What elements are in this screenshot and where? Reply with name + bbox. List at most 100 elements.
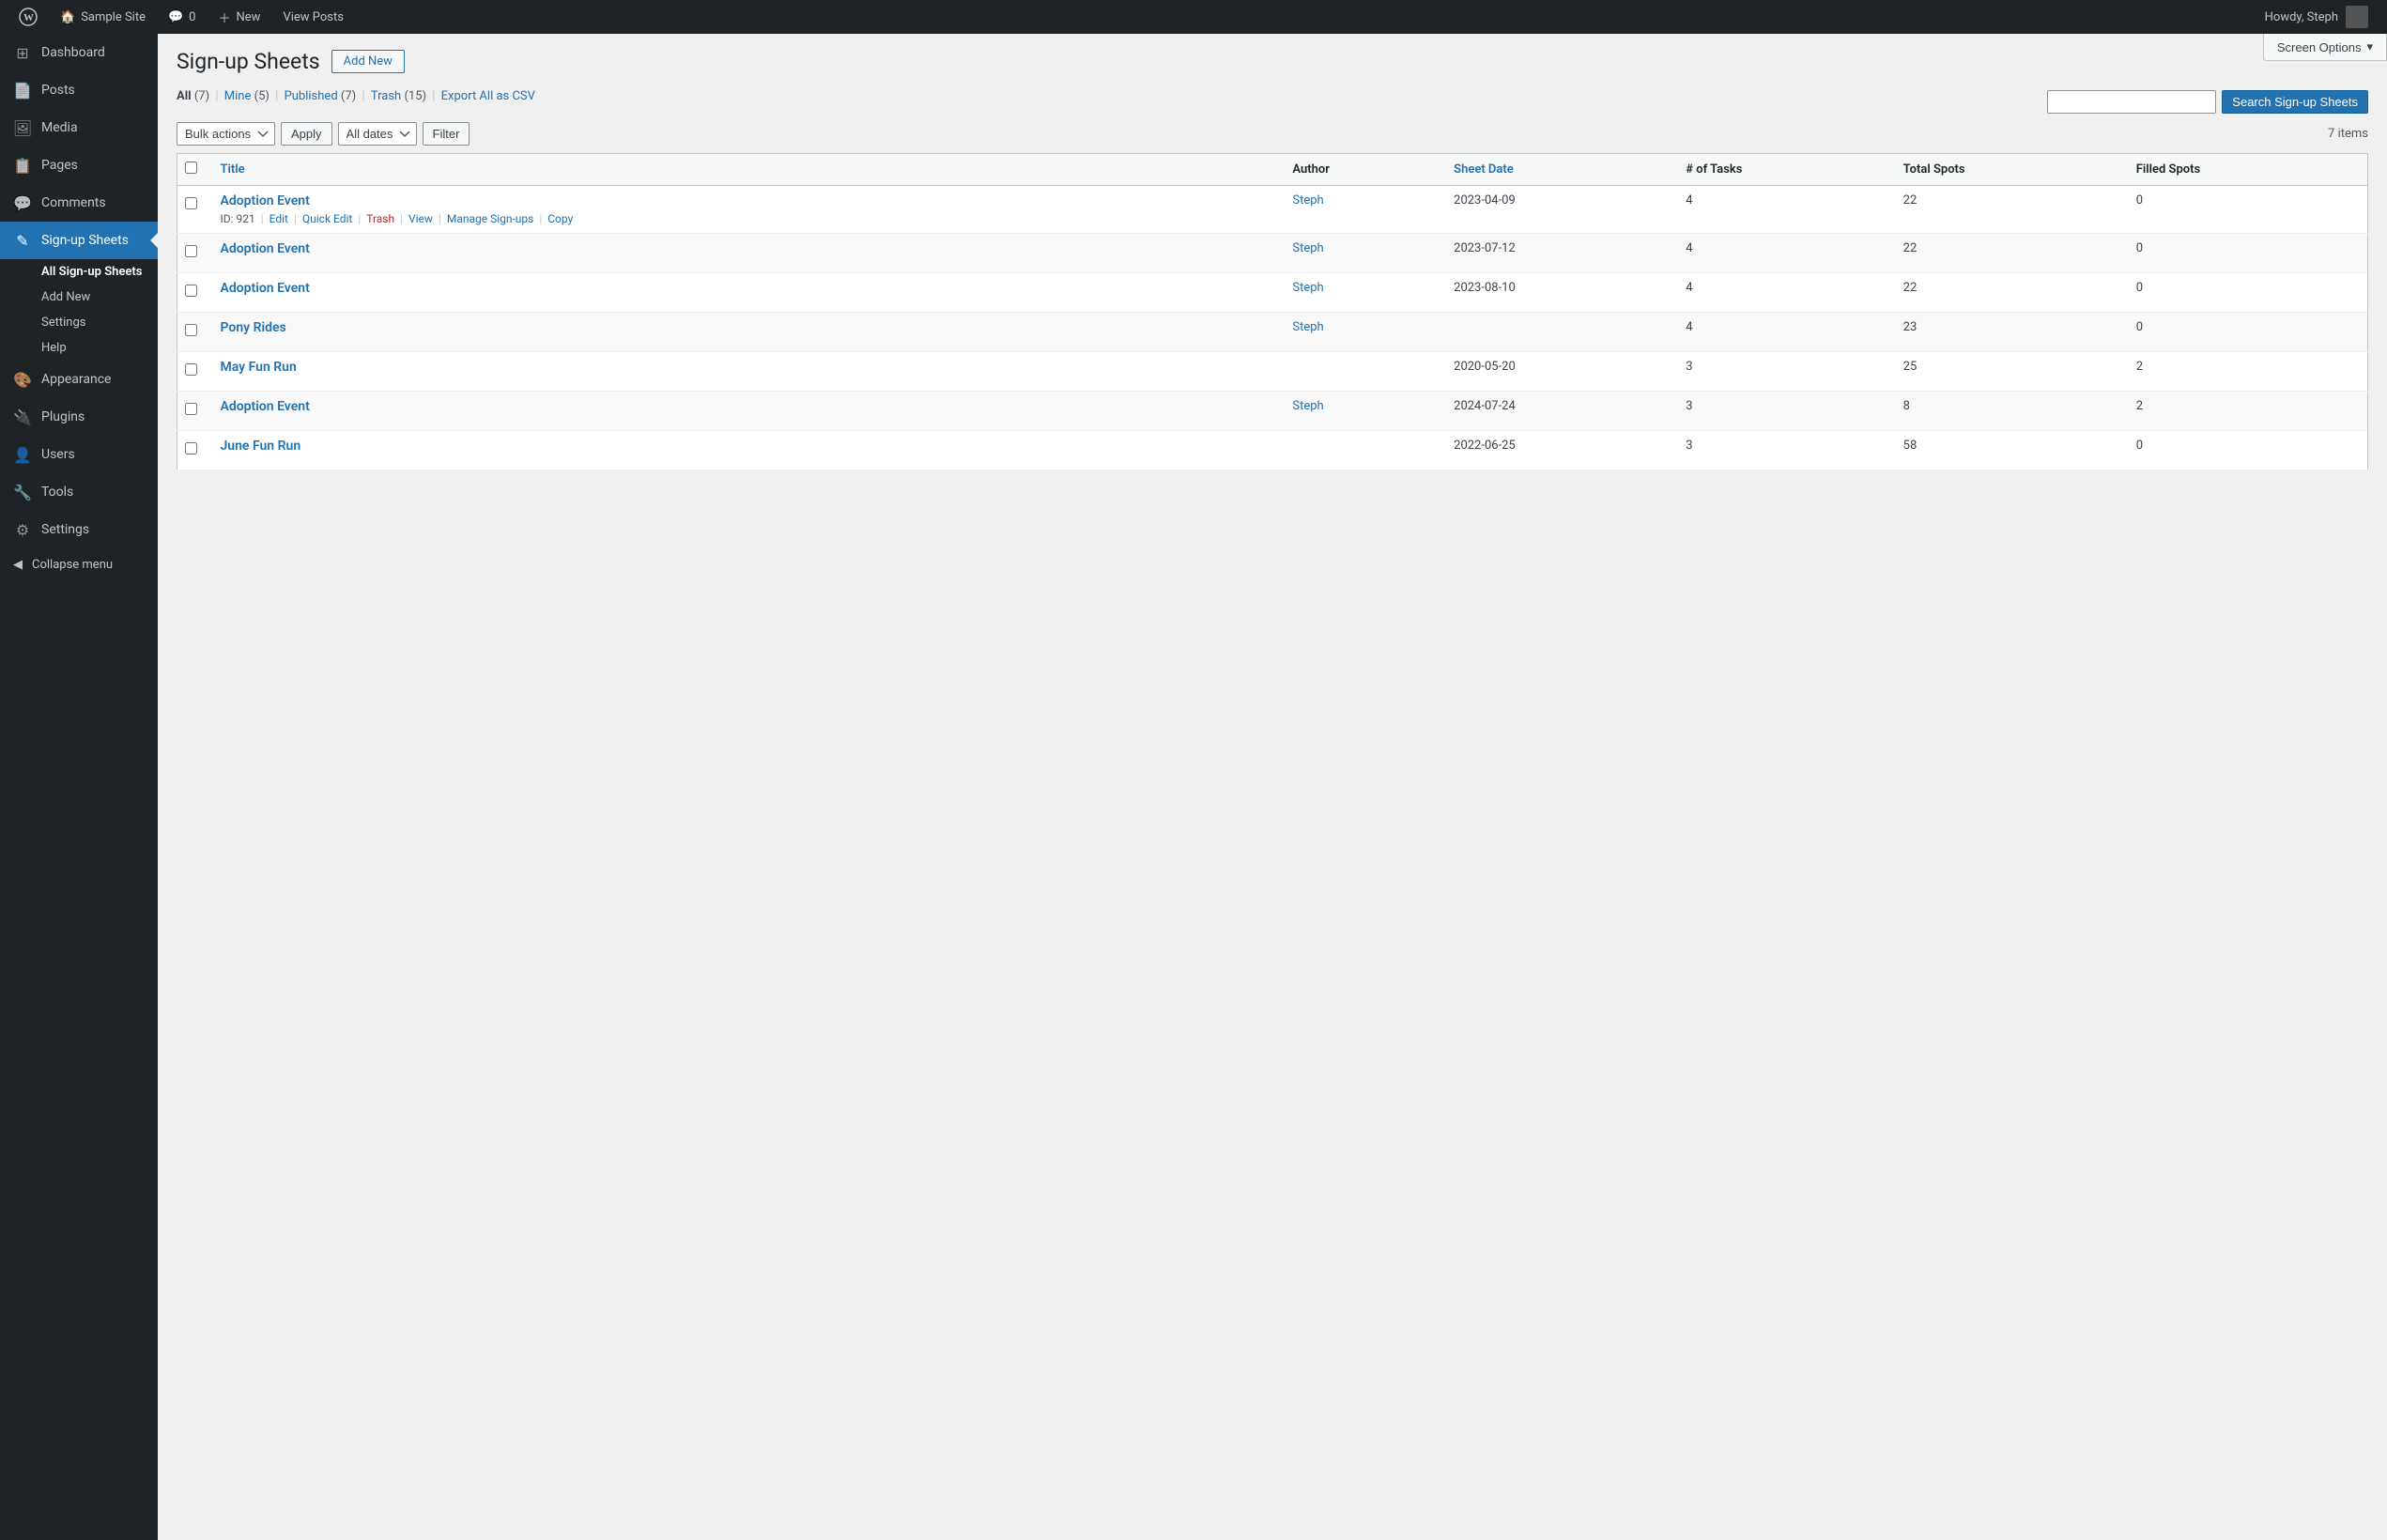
author-link[interactable]: Steph	[1292, 320, 1323, 334]
table-nav-top: Bulk actions Apply All dates Filter 7 it…	[177, 122, 2368, 146]
row-title-link[interactable]: Adoption Event	[221, 399, 310, 414]
total-spots-cell: 22	[1894, 273, 2127, 313]
sidebar-item-appearance[interactable]: 🎨 Appearance	[0, 361, 158, 398]
signup-sheets-icon: ✎	[13, 231, 32, 250]
collapse-icon: ◀	[13, 558, 23, 572]
view-link[interactable]: View	[408, 212, 433, 225]
submenu-item-all-signup-sheets[interactable]: All Sign-up Sheets	[0, 259, 158, 285]
comments-icon: 💬	[13, 193, 32, 212]
row-checkbox-cell	[177, 186, 211, 234]
filled-spots-cell: 0	[2127, 234, 2368, 273]
filter-mine-link[interactable]: Mine	[224, 89, 252, 103]
sheet-date-cell: 2023-08-10	[1444, 273, 1676, 313]
filter-links: All (7) | Mine (5) | Published (7) | Tra…	[177, 89, 535, 103]
row-checkbox[interactable]	[185, 197, 197, 209]
total-spots-cell: 25	[1894, 352, 2127, 392]
add-new-button[interactable]: Add New	[331, 50, 405, 73]
row-checkbox[interactable]	[185, 324, 197, 336]
page-title: Sign-up Sheets	[177, 49, 320, 74]
edit-action: Edit	[270, 212, 288, 225]
header-title[interactable]: Title	[211, 154, 1284, 186]
select-all-checkbox[interactable]	[185, 162, 197, 174]
filter-all-link[interactable]: All	[177, 89, 194, 103]
row-title-link[interactable]: Adoption Event	[221, 281, 310, 296]
num-tasks-col-label: # of Tasks	[1686, 162, 1742, 177]
sheet-date-cell: 2022-06-25	[1444, 431, 1676, 470]
row-title-link[interactable]: June Fun Run	[221, 439, 301, 454]
sidebar-item-comments[interactable]: 💬 Comments	[0, 184, 158, 222]
author-link[interactable]: Steph	[1292, 241, 1323, 255]
top-nav-row: All (7) | Mine (5) | Published (7) | Tra…	[177, 89, 2368, 115]
screen-options-button[interactable]: Screen Options ▾	[2263, 34, 2387, 61]
trash-link[interactable]: Trash	[366, 212, 394, 225]
row-title-link[interactable]: Adoption Event	[221, 241, 310, 256]
view-posts-bar-item[interactable]: View Posts	[271, 0, 355, 34]
manage-link[interactable]: Manage Sign-ups	[447, 212, 534, 225]
sidebar-item-posts[interactable]: 📄 Posts	[0, 71, 158, 109]
title-col-label: Title	[221, 162, 245, 177]
sidebar-item-settings[interactable]: ⚙ Settings	[0, 511, 158, 548]
wp-logo-bar-item[interactable]: W	[8, 0, 49, 34]
author-col-label: Author	[1292, 162, 1330, 177]
quick-edit-action: Quick Edit	[302, 212, 352, 225]
sidebar-item-tools[interactable]: 🔧 Tools	[0, 473, 158, 511]
submenu-item-settings[interactable]: Settings	[0, 310, 158, 335]
sidebar-item-pages[interactable]: 📋 Pages	[0, 146, 158, 184]
row-checkbox[interactable]	[185, 245, 197, 257]
filter-trash-link[interactable]: Trash	[371, 89, 401, 103]
export-csv-link[interactable]: Export All as CSV	[441, 89, 535, 103]
sidebar-item-label: Pages	[41, 158, 78, 173]
admin-bar: W 🏠 Sample Site 💬 0 ＋ New View Posts How…	[0, 0, 2387, 34]
filled-spots-col-label: Filled Spots	[2136, 162, 2200, 177]
title-sort-link[interactable]: Title	[221, 162, 245, 177]
row-checkbox[interactable]	[185, 403, 197, 415]
search-button[interactable]: Search Sign-up Sheets	[2222, 90, 2368, 114]
apply-button[interactable]: Apply	[281, 122, 332, 146]
row-checkbox[interactable]	[185, 285, 197, 297]
screen-options-arrow: ▾	[2366, 39, 2373, 54]
filled-spots-cell: 2	[2127, 352, 2368, 392]
submenu-item-help[interactable]: Help	[0, 335, 158, 361]
date-filter-select[interactable]: All dates	[338, 122, 417, 146]
total-spots-cell: 23	[1894, 313, 2127, 352]
filled-spots-cell: 0	[2127, 431, 2368, 470]
quick-edit-link[interactable]: Quick Edit	[302, 212, 352, 225]
author-link[interactable]: Steph	[1292, 399, 1323, 413]
copy-link[interactable]: Copy	[547, 212, 573, 225]
sidebar-item-signup-sheets[interactable]: ✎ Sign-up Sheets	[0, 222, 158, 259]
author-link[interactable]: Steph	[1292, 193, 1323, 208]
site-name-bar-item[interactable]: 🏠 Sample Site	[49, 0, 157, 34]
filter-published-link[interactable]: Published	[285, 89, 338, 103]
sidebar-item-media[interactable]: 🖼 Media	[0, 109, 158, 146]
table-row: Adoption Event Steph 2023-07-12 4 22 0	[177, 234, 2368, 273]
sidebar-item-plugins[interactable]: 🔌 Plugins	[0, 398, 158, 436]
sidebar-item-label: Sign-up Sheets	[41, 233, 129, 248]
total-spots-cell: 22	[1894, 234, 2127, 273]
row-checkbox-cell	[177, 273, 211, 313]
header-sheet-date[interactable]: Sheet Date	[1444, 154, 1676, 186]
filled-spots-cell: 2	[2127, 392, 2368, 431]
bulk-actions-select[interactable]: Bulk actions	[177, 122, 275, 146]
sidebar-item-users[interactable]: 👤 Users	[0, 436, 158, 473]
row-checkbox[interactable]	[185, 363, 197, 376]
num-tasks-cell: 3	[1676, 392, 1893, 431]
filter-button[interactable]: Filter	[423, 122, 470, 146]
row-title-link[interactable]: Pony Rides	[221, 320, 286, 335]
howdy-section[interactable]: Howdy, Steph	[2254, 6, 2379, 28]
howdy-label: Howdy, Steph	[2265, 10, 2338, 24]
edit-link[interactable]: Edit	[270, 212, 288, 225]
new-bar-item[interactable]: ＋ New	[207, 0, 271, 34]
author-link[interactable]: Steph	[1292, 281, 1323, 295]
row-checkbox[interactable]	[185, 442, 197, 454]
search-input[interactable]	[2047, 90, 2216, 114]
title-cell: Adoption Event	[211, 392, 1284, 431]
row-checkbox-cell	[177, 313, 211, 352]
comments-bar-item[interactable]: 💬 0	[157, 0, 208, 34]
sidebar-item-dashboard[interactable]: ⊞ Dashboard	[0, 34, 158, 71]
collapse-menu-button[interactable]: ◀ Collapse menu	[0, 548, 158, 581]
row-title-link[interactable]: Adoption Event	[221, 193, 310, 208]
row-title-link[interactable]: May Fun Run	[221, 360, 297, 375]
main-content: Screen Options ▾ Sign-up Sheets Add New …	[158, 34, 2387, 1540]
sheet-date-sort-link[interactable]: Sheet Date	[1454, 162, 1514, 177]
submenu-item-add-new[interactable]: Add New	[0, 285, 158, 310]
